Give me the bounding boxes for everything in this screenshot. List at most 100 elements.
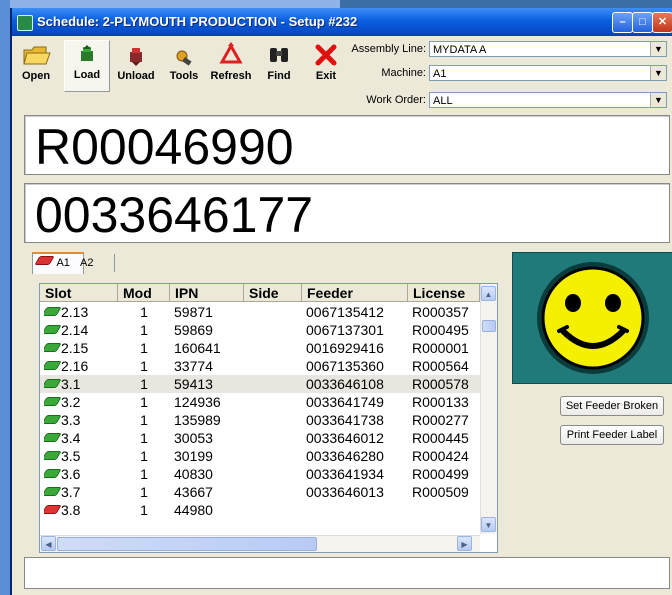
cell-feeder: [306, 501, 408, 519]
table-row[interactable]: 3.7 1 43667 0033646013 R000509: [40, 483, 480, 501]
feeder-table[interactable]: Slot Mod IPN Side Feeder License 2.13 1 59…: [39, 283, 498, 553]
cell-license: R000499: [412, 465, 480, 483]
binoculars-icon: [262, 42, 296, 70]
scroll-up-button[interactable]: ▲: [481, 286, 496, 301]
exit-label: Exit: [315, 70, 337, 82]
column-header-license[interactable]: License: [408, 284, 480, 302]
app-icon: [17, 15, 33, 31]
column-header-ipn[interactable]: IPN: [170, 284, 244, 302]
table-row[interactable]: 2.16 1 33774 0067135360 R000564: [40, 357, 480, 375]
cell-slot: 3.5: [44, 447, 118, 465]
status-bar: [24, 557, 670, 589]
unload-button[interactable]: Unload: [112, 42, 160, 90]
unload-label: Unload: [117, 70, 155, 82]
cell-side: [248, 447, 302, 465]
ipn-value: 59413: [174, 376, 213, 392]
table-row[interactable]: 3.4 1 30053 0033646012 R000445: [40, 429, 480, 447]
desktop-background: [0, 0, 340, 8]
chevron-down-icon[interactable]: ▼: [650, 66, 666, 80]
column-header-slot[interactable]: Slot: [40, 284, 118, 302]
cell-feeder: 0067135360: [306, 357, 408, 375]
cell-slot: 2.15: [44, 339, 118, 357]
feeder-value: 0033641738: [306, 412, 384, 428]
column-header-mod[interactable]: Mod: [118, 284, 170, 302]
mod-value: 1: [140, 358, 148, 374]
cell-feeder: 0033646013: [306, 483, 408, 501]
table-row[interactable]: 3.5 1 30199 0033646280 R000424: [40, 447, 480, 465]
vertical-scrollbar[interactable]: ▲ ▼: [480, 284, 497, 534]
title-bar[interactable]: Schedule: 2-PLYMOUTH PRODUCTION - Setup …: [12, 8, 672, 36]
cell-license: R000495: [412, 321, 480, 339]
tools-icon: [166, 42, 202, 70]
assembly-line-select[interactable]: MYDATA A ▼: [429, 41, 667, 57]
scroll-left-button[interactable]: ◀: [41, 536, 56, 551]
maximize-button[interactable]: □: [632, 12, 653, 33]
print-feeder-label-button[interactable]: Print Feeder Label: [560, 425, 664, 445]
horizontal-scroll-thumb[interactable]: [57, 537, 317, 551]
work-order-select[interactable]: ALL ▼: [429, 92, 667, 108]
cell-mod: 1: [122, 393, 166, 411]
feeder-icon: [44, 469, 62, 478]
feeder-value: 0033646280: [306, 448, 384, 464]
cell-feeder: 0033641738: [306, 411, 408, 429]
feeder-icon: [44, 325, 62, 334]
feeder-icon: [44, 361, 62, 370]
table-row[interactable]: 2.15 1 160641 0016929416 R000001: [40, 339, 480, 357]
refresh-button[interactable]: Refresh: [208, 42, 254, 90]
tools-label: Tools: [169, 70, 199, 82]
tools-button[interactable]: Tools: [166, 42, 202, 90]
schedule-window: Schedule: 2-PLYMOUTH PRODUCTION - Setup …: [10, 8, 672, 595]
feeder-display: 0033646177: [24, 183, 670, 243]
feeder-number: 0033646177: [35, 187, 314, 243]
table-row[interactable]: 3.6 1 40830 0033641934 R000499: [40, 465, 480, 483]
feeder-value: 0016929416: [306, 340, 384, 356]
cell-mod: 1: [122, 375, 166, 393]
cell-ipn: 44980: [174, 501, 244, 519]
cell-side: [248, 303, 302, 321]
feeder-icon: [44, 397, 62, 406]
tab-a2[interactable]: A2: [76, 254, 115, 272]
cell-license: R000509: [412, 483, 480, 501]
cell-feeder: 0016929416: [306, 339, 408, 357]
find-button[interactable]: Find: [262, 42, 296, 90]
open-button[interactable]: Open: [16, 42, 56, 90]
table-row[interactable]: 3.3 1 135989 0033641738 R000277: [40, 411, 480, 429]
horizontal-scrollbar[interactable]: ◀ ▶: [40, 535, 480, 552]
table-row[interactable]: 3.1 1 59413 0033646108 R000578: [40, 375, 480, 393]
load-feeder-icon: [65, 41, 109, 69]
ipn-value: 40830: [174, 466, 213, 482]
load-button[interactable]: Load: [64, 40, 110, 92]
chevron-down-icon[interactable]: ▼: [650, 93, 666, 107]
column-header-feeder[interactable]: Feeder: [302, 284, 408, 302]
scroll-right-button[interactable]: ▶: [457, 536, 472, 551]
license-value: R000499: [412, 466, 469, 482]
table-row[interactable]: 2.14 1 59869 0067137301 R000495: [40, 321, 480, 339]
exit-button[interactable]: Exit: [310, 42, 342, 90]
table-row[interactable]: 3.2 1 124936 0033641749 R000133: [40, 393, 480, 411]
mod-value: 1: [140, 412, 148, 428]
set-feeder-broken-button[interactable]: Set Feeder Broken: [560, 396, 664, 416]
cell-side: [248, 483, 302, 501]
find-label: Find: [267, 70, 291, 82]
chevron-down-icon[interactable]: ▼: [650, 42, 666, 56]
ipn-value: 33774: [174, 358, 213, 374]
scroll-down-button[interactable]: ▼: [481, 517, 496, 532]
cell-feeder: 0033646108: [306, 375, 408, 393]
close-button[interactable]: ✕: [652, 12, 672, 33]
ipn-value: 59869: [174, 322, 213, 338]
license-value: R000445: [412, 430, 469, 446]
machine-select[interactable]: A1 ▼: [429, 65, 667, 81]
status-smiley-panel: [512, 252, 672, 384]
vertical-scroll-thumb[interactable]: [482, 320, 496, 332]
mod-value: 1: [140, 466, 148, 482]
license-value: R000564: [412, 358, 469, 374]
ipn-value: 30053: [174, 430, 213, 446]
cell-license: R000445: [412, 429, 480, 447]
table-row[interactable]: 2.13 1 59871 0067135412 R000357: [40, 303, 480, 321]
column-header-side[interactable]: Side: [244, 284, 302, 302]
minimize-button[interactable]: –: [612, 12, 633, 33]
slot-value: 3.6: [61, 466, 81, 482]
table-row[interactable]: 3.8 1 44980: [40, 501, 480, 519]
assembly-line-value: MYDATA A: [433, 44, 487, 56]
cell-ipn: 160641: [174, 339, 244, 357]
